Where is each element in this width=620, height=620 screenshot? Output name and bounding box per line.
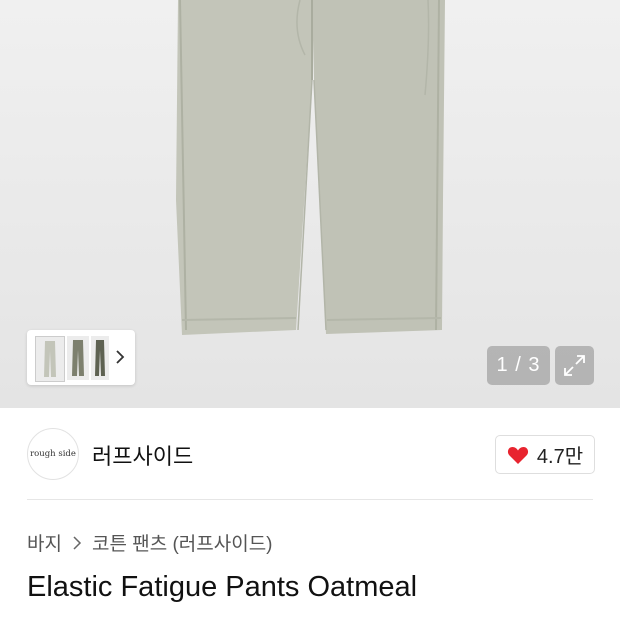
thumbnail-strip[interactable] <box>27 330 135 385</box>
thumbnail-1[interactable] <box>35 336 65 382</box>
chevron-right-icon <box>73 535 82 550</box>
expand-icon <box>564 355 585 376</box>
brand-name[interactable]: 러프사이드 <box>92 439 193 471</box>
divider <box>27 499 593 500</box>
thumbnail-2[interactable] <box>67 336 89 380</box>
heart-icon <box>507 446 528 464</box>
brand-logo[interactable]: rough side <box>27 428 79 480</box>
brand-logo-text: rough side <box>30 449 76 459</box>
like-button[interactable]: 4.7만 <box>495 435 595 474</box>
breadcrumb-item-subcategory[interactable]: 코튼 팬츠 (러프사이드) <box>92 529 273 556</box>
fullscreen-button[interactable] <box>555 346 594 385</box>
product-title: Elastic Fatigue Pants Oatmeal <box>27 571 418 603</box>
chevron-right-icon[interactable] <box>113 347 127 367</box>
breadcrumb-item-category[interactable]: 바지 <box>27 529 62 556</box>
image-counter: 1 / 3 <box>487 346 550 385</box>
product-image-gallery[interactable]: 1 / 3 <box>0 0 620 408</box>
like-count: 4.7만 <box>536 446 584 468</box>
breadcrumb: 바지 코튼 팬츠 (러프사이드) <box>27 529 273 556</box>
thumbnail-3[interactable] <box>91 336 109 380</box>
brand-row: rough side 러프사이드 4.7만 <box>0 408 620 500</box>
